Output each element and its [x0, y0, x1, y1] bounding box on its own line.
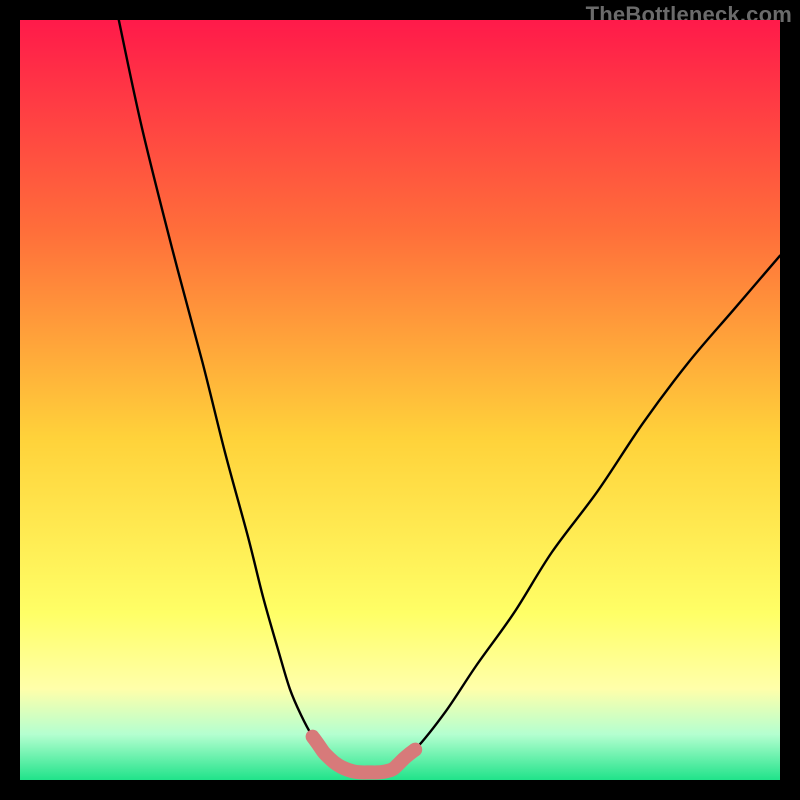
bottleneck-chart: [20, 20, 780, 780]
chart-frame: [20, 20, 780, 780]
gradient-bg: [20, 20, 780, 780]
trough-marker-dot: [409, 743, 422, 756]
